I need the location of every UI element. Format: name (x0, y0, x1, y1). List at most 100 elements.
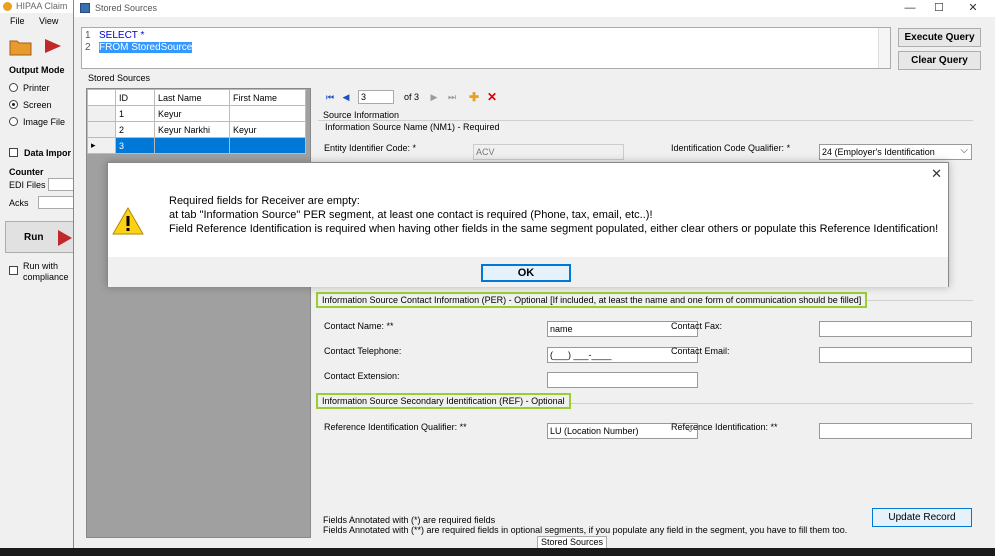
delete-record-icon[interactable]: ✕ (486, 90, 498, 104)
cell-first-name[interactable]: Keyur (229, 121, 306, 138)
execute-query-button[interactable]: Execute Query (898, 28, 981, 47)
table-row[interactable]: 1 Keyur (87, 105, 306, 122)
contact-email-label: Contact Email: (671, 346, 730, 356)
id-code-qualifier-label: Identification Code Qualifier: * (671, 143, 791, 153)
column-header-first-name[interactable]: First Name (229, 89, 306, 106)
update-record-button[interactable]: Update Record (872, 508, 972, 527)
menu-file[interactable]: File (10, 16, 25, 26)
acks-label: Acks (9, 198, 29, 208)
maximize-button[interactable]: ☐ (926, 1, 952, 16)
row-header[interactable] (87, 105, 116, 122)
record-position-input[interactable]: 3 (358, 90, 394, 104)
background-app: HIPAA Claim File View Output Mode Printe… (0, 0, 74, 556)
column-header-id[interactable]: ID (115, 89, 155, 106)
table-row-selected[interactable]: ▸ 3 (87, 137, 306, 154)
error-dialog: ✕ Required fields for Receiver are empty… (107, 162, 949, 287)
menu-view[interactable]: View (39, 16, 58, 26)
radio-image-file-label: Image File (23, 117, 66, 127)
run-play-icon (58, 230, 72, 246)
column-header-last-name[interactable]: Last Name (154, 89, 230, 106)
contact-fax-field[interactable] (819, 321, 972, 337)
stored-sources-grid: ID Last Name First Name 1 Keyur 2 Keyur … (86, 88, 311, 538)
close-dialog-button[interactable]: ✕ (931, 166, 942, 182)
cell-first-name[interactable] (229, 105, 306, 122)
close-window-button[interactable]: ✕ (960, 1, 986, 16)
first-record-icon[interactable]: ⏮ (324, 90, 336, 104)
entity-id-code-field[interactable]: ACV (473, 144, 624, 160)
warning-icon (112, 206, 144, 235)
data-import-checkbox[interactable] (9, 148, 18, 157)
radio-screen-label: Screen (23, 100, 52, 110)
prev-record-icon[interactable]: ◀ (340, 90, 352, 104)
contact-email-field[interactable] (819, 347, 972, 363)
row-header[interactable] (87, 121, 116, 138)
line-number: 2 (85, 42, 91, 53)
taskbar (0, 548, 995, 556)
run-button[interactable]: Run (5, 221, 74, 253)
open-folder-icon[interactable] (9, 36, 32, 56)
query-editor[interactable]: 1 2 SELECT * FROM StoredSource (81, 27, 891, 69)
add-record-icon[interactable]: ✚ (468, 90, 480, 104)
dialog-message-line-2: at tab "Information Source" PER segment,… (169, 209, 653, 221)
per-group-label: Information Source Contact Information (… (316, 292, 868, 308)
compliance-label: compliance (23, 272, 69, 282)
edi-files-field[interactable] (48, 178, 74, 191)
grid-corner (87, 89, 116, 106)
window-titlebar: Stored Sources — ☐ ✕ (74, 0, 995, 17)
query-line-2: FROM StoredSource (99, 42, 193, 53)
output-mode-label: Output Mode (9, 65, 65, 75)
query-line-1: SELECT * (99, 30, 145, 41)
data-import-label: Data Impor (24, 148, 72, 158)
nm1-group-label: Information Source Name (NM1) - Required (325, 122, 500, 132)
run-button-label: Run (24, 232, 44, 243)
last-record-icon[interactable]: ⏭ (446, 90, 458, 104)
compliance-checkbox[interactable] (9, 266, 18, 275)
cell-last-name[interactable] (154, 137, 230, 154)
contact-extension-label: Contact Extension: (324, 371, 400, 381)
bg-app-title-text: HIPAA Claim (16, 1, 68, 11)
radio-printer-label: Printer (23, 83, 50, 93)
dialog-message-line-3: Field Reference Identification is requir… (169, 223, 939, 235)
optional-required-note: Fields Annotated with (**) are required … (323, 525, 848, 535)
run-with-label: Run with (23, 261, 59, 271)
play-icon[interactable] (42, 36, 64, 56)
acks-field[interactable] (38, 196, 74, 209)
ref-qualifier-label: Reference Identification Qualifier: ** (324, 422, 467, 432)
minimize-button[interactable]: — (897, 1, 923, 16)
current-row-marker[interactable]: ▸ (87, 137, 116, 154)
edi-files-label: EDI Files (9, 180, 46, 190)
contact-telephone-label: Contact Telephone: (324, 346, 402, 356)
cell-first-name[interactable] (229, 137, 306, 154)
cell-id[interactable]: 3 (115, 137, 155, 154)
ok-button[interactable]: OK (481, 264, 571, 282)
radio-printer[interactable] (9, 83, 18, 92)
clear-query-button[interactable]: Clear Query (898, 51, 981, 70)
radio-screen[interactable] (9, 100, 18, 109)
counter-label: Counter (9, 167, 44, 177)
cell-last-name[interactable]: Keyur (154, 105, 230, 122)
ref-group-label: Information Source Secondary Identificat… (316, 393, 571, 409)
entity-id-code-label: Entity Identifier Code: * (324, 143, 417, 153)
line-number: 1 (85, 30, 91, 41)
radio-image-file[interactable] (9, 117, 18, 126)
next-record-icon[interactable]: ▶ (428, 90, 440, 104)
source-info-label: Source Information (323, 110, 400, 120)
cell-id[interactable]: 1 (115, 105, 155, 122)
ref-id-label: Reference Identification: ** (671, 422, 778, 432)
bg-app-title: HIPAA Claim (0, 0, 74, 13)
ref-id-field[interactable] (819, 423, 972, 439)
window-app-icon (80, 3, 90, 13)
cell-last-name[interactable]: Keyur Narkhi (154, 121, 230, 138)
cell-id[interactable]: 2 (115, 121, 155, 138)
required-note: Fields Annotated with (*) are required f… (323, 515, 496, 525)
query-scrollbar[interactable] (878, 28, 890, 68)
contact-fax-label: Contact Fax: (671, 321, 723, 331)
record-count-label: of 3 (404, 92, 420, 102)
window-title: Stored Sources (95, 3, 158, 13)
id-code-qualifier-select[interactable]: 24 (Employer's Identification Number) (819, 144, 972, 171)
dialog-message-line-1: Required fields for Receiver are empty: (169, 195, 360, 207)
app-logo-icon (3, 2, 12, 11)
contact-extension-field[interactable] (547, 372, 698, 388)
table-row[interactable]: 2 Keyur Narkhi Keyur (87, 121, 306, 138)
stored-sources-group-label: Stored Sources (88, 73, 151, 83)
